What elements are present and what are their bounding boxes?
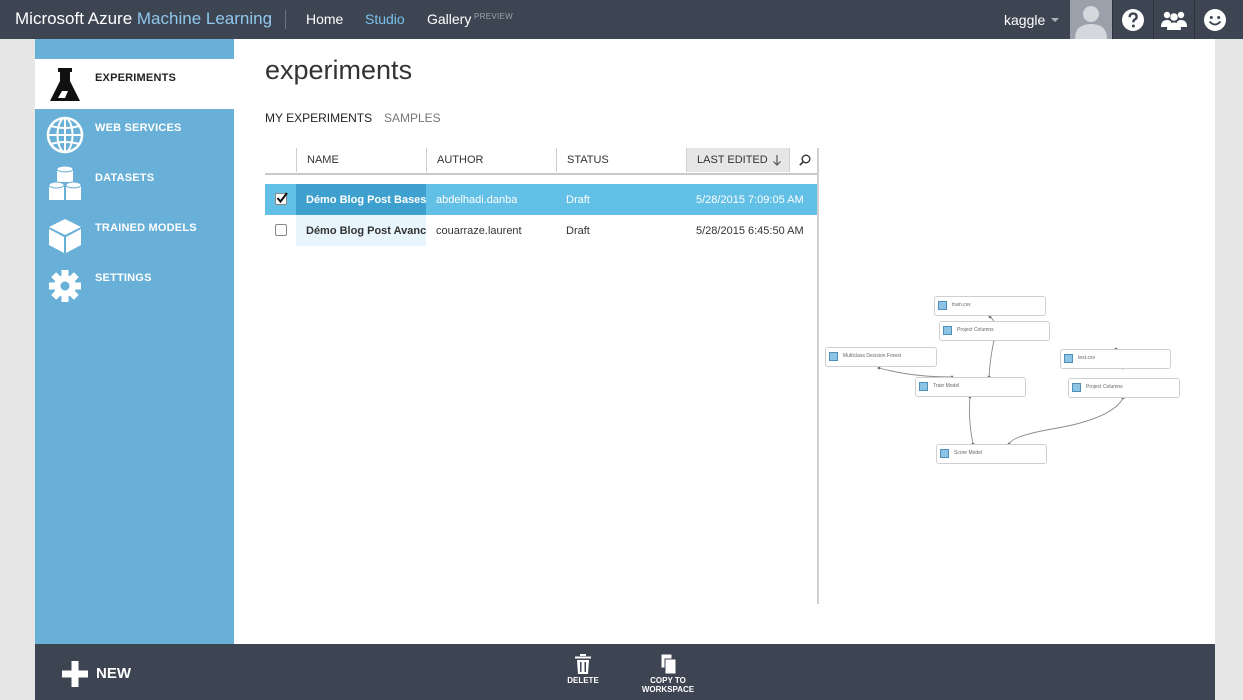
row-checkbox[interactable] [275, 192, 288, 205]
tab-samples[interactable]: SAMPLES [384, 111, 441, 125]
chevron-down-icon[interactable] [1051, 18, 1059, 22]
module-node-icon [1072, 383, 1081, 392]
people-icon [1160, 11, 1187, 30]
globe-icon [46, 116, 84, 154]
module-node-icon [829, 352, 838, 361]
nav-gallery[interactable]: Gallery [427, 11, 471, 27]
gear-icon [49, 270, 81, 302]
preview-node: Project Columns [1068, 378, 1180, 398]
row-checkbox[interactable] [275, 224, 287, 236]
feedback-button[interactable] [1194, 0, 1234, 39]
brand-machine-learning: Machine Learning [136, 9, 273, 28]
table-row[interactable]: Démo Blog Post Avancé couarraze.laurent … [265, 215, 818, 246]
row-author: couarraze.laurent [436, 225, 522, 237]
row-status: Draft [566, 194, 590, 206]
cube-icon [49, 219, 81, 253]
column-header-last-edited[interactable]: LAST EDITED [686, 148, 789, 172]
column-search-button[interactable] [789, 148, 818, 172]
avatar[interactable] [1070, 0, 1112, 39]
sidebar-item-label: DATASETS [95, 172, 155, 184]
sidebar-item-settings[interactable]: SETTINGS [35, 259, 234, 309]
search-icon [799, 154, 811, 166]
gallery-preview-badge: PREVIEW [474, 12, 513, 21]
sidebar-item-label: EXPERIMENTS [95, 72, 177, 84]
row-author: abdelhadi.danba [436, 194, 518, 206]
sidebar-item-datasets[interactable]: DATASETS [35, 159, 234, 209]
help-button[interactable] [1112, 0, 1152, 39]
copy-icon [660, 653, 677, 675]
table-row[interactable]: Démo Blog Post Bases abdelhadi.danba Dra… [265, 184, 818, 215]
delete-button-label: DELETE [567, 676, 599, 685]
sidebar-item-label: WEB SERVICES [95, 122, 182, 134]
copy-to-workspace-button[interactable]: COPY TO WORKSPACE [635, 653, 701, 694]
row-last-edited: 5/28/2015 7:09:05 AM [696, 194, 804, 206]
header-divider [265, 173, 818, 175]
column-header-last-edited-label: LAST EDITED [697, 154, 768, 166]
sidebar-item-experiments[interactable]: EXPERIMENTS [35, 59, 234, 109]
preview-node: test.csv [1060, 349, 1171, 369]
nav-home[interactable]: Home [306, 11, 343, 27]
preview-node: train.csv [934, 296, 1046, 316]
database-icon [48, 165, 82, 200]
experiment-preview: train.csv Project Columns Multiclass Dec… [822, 289, 1182, 474]
sidebar-item-label: TRAINED MODELS [95, 222, 197, 234]
row-name[interactable]: Démo Blog Post Bases [296, 184, 426, 215]
top-divider [285, 10, 286, 29]
new-button-label: NEW [96, 665, 131, 682]
sidebar-item-web-services[interactable]: WEB SERVICES [35, 109, 234, 159]
brand-microsoft-azure: Microsoft Azure [15, 9, 133, 28]
preview-node: Project Columns [939, 321, 1050, 341]
preview-node: Score Model [936, 444, 1047, 464]
sidebar: EXPERIMENTS WEB SERVICES DATASETS TRAINE… [35, 39, 234, 644]
user-menu[interactable]: kaggle [1004, 12, 1045, 28]
dataset-node-icon [1064, 354, 1073, 363]
sidebar-item-label: SETTINGS [95, 272, 152, 284]
sort-descending-icon[interactable] [773, 155, 781, 166]
delete-button[interactable]: DELETE [555, 654, 611, 685]
column-header-name[interactable]: NAME [296, 148, 426, 172]
help-icon [1121, 8, 1144, 31]
trash-icon [575, 654, 591, 674]
checkmark-icon [276, 192, 288, 204]
row-status: Draft [566, 225, 590, 237]
copy-button-label-line2: WORKSPACE [641, 685, 695, 694]
nav-studio[interactable]: Studio [365, 11, 405, 27]
plus-icon [62, 661, 88, 687]
row-last-edited: 5/28/2015 6:45:50 AM [696, 225, 804, 237]
tab-my-experiments[interactable]: MY EXPERIMENTS [265, 111, 372, 125]
preview-node: Train Model [915, 377, 1026, 397]
copy-button-label-line1: COPY TO [650, 676, 686, 685]
dataset-node-icon [938, 301, 947, 310]
sidebar-item-trained-models[interactable]: TRAINED MODELS [35, 209, 234, 259]
page-title: experiments [265, 55, 413, 85]
preview-node: Multiclass Decision Forest [825, 347, 937, 367]
flask-icon [50, 68, 80, 101]
preview-divider [817, 148, 819, 604]
top-bar: Microsoft Azure Machine Learning Home St… [0, 0, 1243, 39]
new-button[interactable]: NEW [62, 660, 162, 688]
module-node-icon [940, 449, 949, 458]
row-name[interactable]: Démo Blog Post Avancé [296, 215, 426, 246]
module-node-icon [919, 382, 928, 391]
community-button[interactable] [1153, 0, 1193, 39]
command-bar: NEW DELETE COPY TO WORKSPACE [35, 644, 1215, 700]
module-node-icon [943, 326, 952, 335]
user-silhouette-icon [1075, 6, 1107, 39]
main-content: experiments MY EXPERIMENTS SAMPLES NAME … [234, 39, 1215, 644]
column-header-status[interactable]: STATUS [556, 148, 686, 172]
column-header-author[interactable]: AUTHOR [426, 148, 556, 172]
app-brand[interactable]: Microsoft Azure Machine Learning [15, 9, 272, 29]
smiley-icon [1203, 8, 1226, 31]
